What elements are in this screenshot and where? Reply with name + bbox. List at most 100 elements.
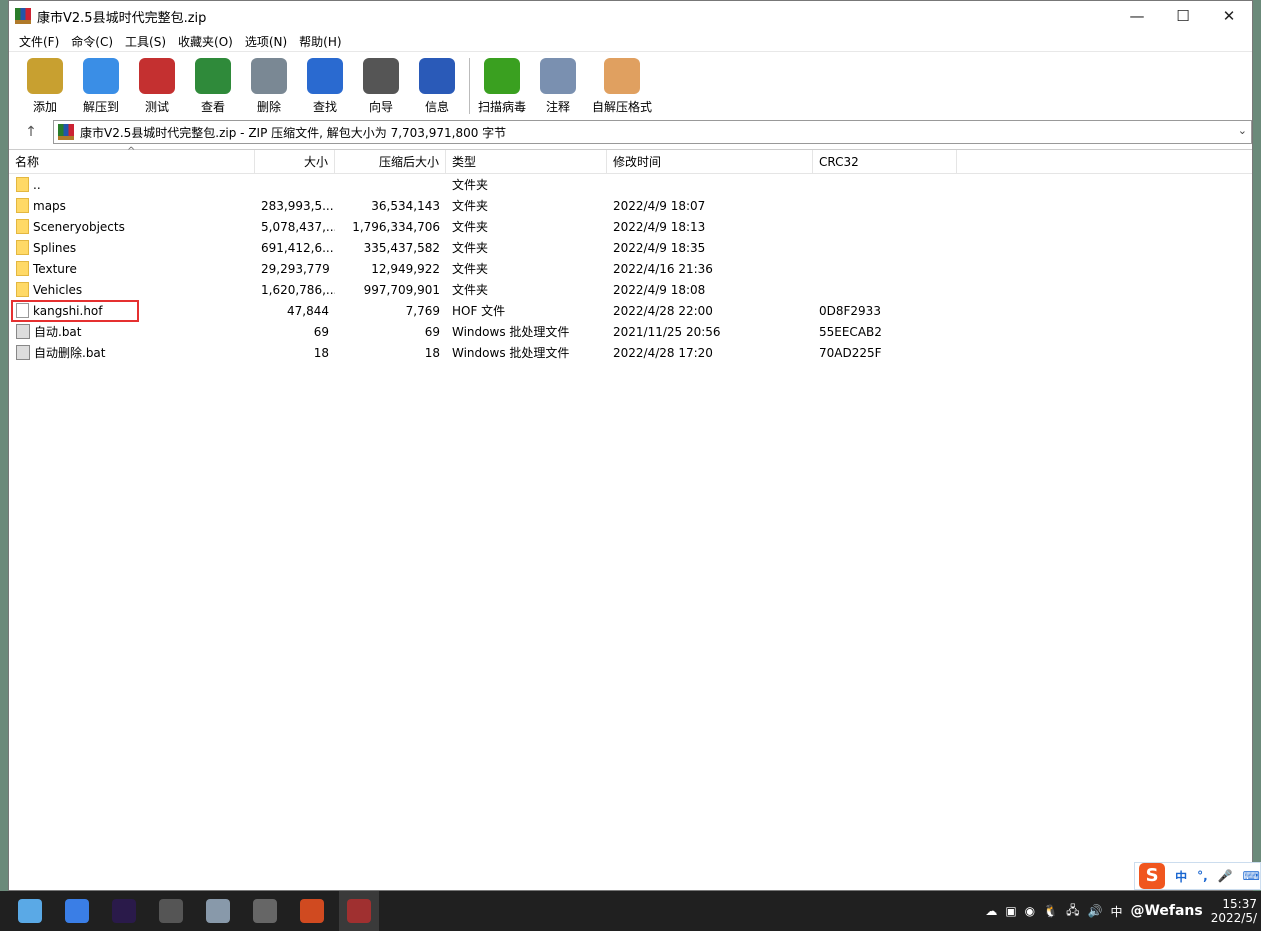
taskbar-app[interactable]	[198, 891, 238, 931]
sfx-box-icon	[604, 58, 640, 94]
maximize-button[interactable]: ☐	[1160, 1, 1206, 31]
magnifier-icon	[307, 58, 343, 94]
cell-size: 5,078,437,...	[261, 219, 335, 234]
toolbar-button-wizard-wand[interactable]: 向导	[353, 58, 409, 115]
minimize-button[interactable]: —	[1114, 1, 1160, 31]
toolbar-button-info[interactable]: 信息	[409, 58, 465, 115]
watermark: @Wefans	[1130, 903, 1203, 919]
sogou-logo-icon[interactable]: S	[1139, 863, 1166, 889]
toolbar-button-sfx-box[interactable]: 自解压格式	[586, 58, 658, 115]
ime-toolbar: S 中 °, 🎤 ⌨	[1134, 862, 1261, 890]
cell-type: 文件夹	[452, 262, 489, 276]
taskbar-app-icon	[253, 899, 277, 923]
microphone-icon[interactable]: 🎤	[1218, 869, 1233, 883]
trash-icon	[251, 58, 287, 94]
network-icon[interactable]: 🖧	[1066, 901, 1079, 922]
toolbar-label: 测试	[144, 100, 169, 114]
taskbar-app-icon	[159, 899, 183, 923]
taskbar-app[interactable]	[151, 891, 191, 931]
clock-time: 15:37	[1222, 897, 1257, 911]
taskbar-app[interactable]	[10, 891, 50, 931]
toolbar-button-comment[interactable]: 注释	[530, 58, 586, 115]
cell-size: 18	[313, 345, 329, 360]
taskbar-app[interactable]	[292, 891, 332, 931]
folder-icon	[16, 198, 29, 213]
column-header: ^ 名称 大小 压缩后大小 类型 修改时间 CRC32	[9, 146, 1252, 174]
comment-icon	[540, 58, 576, 94]
cell-size: 47,844	[287, 303, 329, 318]
address-field[interactable]: 康市V2.5县城时代完整包.zip - ZIP 压缩文件, 解包大小为 7,70…	[53, 120, 1252, 144]
baidu-netdisk-icon[interactable]: ☁	[985, 904, 997, 918]
table-row[interactable]: Texture 29,293,779 12,949,922 文件夹 2022/4…	[9, 258, 1252, 279]
menu-options[interactable]: 选项(N)	[239, 33, 293, 50]
close-button[interactable]: ✕	[1206, 1, 1252, 31]
column-type[interactable]: 类型	[446, 150, 607, 173]
file-name: Vehicles	[33, 282, 83, 297]
toolbar-button-add-archive[interactable]: 添加	[17, 58, 73, 115]
table-row[interactable]: kangshi.hof 47,844 7,769 HOF 文件 2022/4/2…	[9, 300, 1252, 321]
tray-lang[interactable]: 中	[1110, 903, 1122, 920]
menu-commands[interactable]: 命令(C)	[65, 33, 119, 50]
toolbar-label: 向导	[368, 100, 393, 114]
clock[interactable]: 15:37 2022/5/	[1211, 897, 1257, 925]
taskbar-app[interactable]	[245, 891, 285, 931]
folder-icon	[16, 219, 29, 234]
table-row[interactable]: 自动.bat 69 69 Windows 批处理文件 2021/11/25 20…	[9, 321, 1252, 342]
tray-app-icon[interactable]: ▣	[1005, 904, 1016, 918]
taskbar-app[interactable]	[104, 891, 144, 931]
cell-modified: 2022/4/28 22:00	[613, 303, 713, 318]
cell-name: Splines	[9, 240, 255, 255]
file-name: Sceneryobjects	[33, 219, 125, 234]
cell-packed: 18	[424, 345, 440, 360]
keyboard-icon[interactable]: ⌨	[1243, 869, 1260, 883]
table-row[interactable]: 自动删除.bat 18 18 Windows 批处理文件 2022/4/28 1…	[9, 342, 1252, 363]
file-name: maps	[33, 198, 66, 213]
cell-packed: 1,796,334,706	[352, 219, 440, 234]
ime-lang[interactable]: 中	[1175, 868, 1187, 885]
chevron-down-icon[interactable]: ⌄	[1238, 124, 1247, 137]
column-size[interactable]: 大小	[255, 150, 335, 173]
cell-modified: 2022/4/16 21:36	[613, 261, 713, 276]
column-crc[interactable]: CRC32	[813, 150, 957, 173]
menu-help[interactable]: 帮助(H)	[293, 33, 347, 50]
table-row[interactable]: .. 文件夹	[9, 174, 1252, 195]
cell-packed: 36,534,143	[371, 198, 440, 213]
taskbar-app-icon	[18, 899, 42, 923]
column-packed[interactable]: 压缩后大小	[335, 150, 446, 173]
steam-icon[interactable]: ◉	[1025, 904, 1035, 918]
volume-icon[interactable]: 🔊	[1087, 904, 1102, 918]
qq-icon[interactable]: 🐧	[1043, 904, 1058, 918]
cell-name: Texture	[9, 261, 255, 276]
menu-file[interactable]: 文件(F)	[13, 33, 65, 50]
cell-size: 691,412,6...	[261, 240, 334, 255]
toolbar-button-extract-folder[interactable]: 解压到	[73, 58, 129, 115]
cell-modified: 2022/4/28 17:20	[613, 345, 713, 360]
clock-date: 2022/5/	[1210, 911, 1257, 925]
cell-packed: 7,769	[405, 303, 440, 318]
menu-tools[interactable]: 工具(S)	[119, 33, 172, 50]
up-arrow-icon[interactable]: ↑	[9, 124, 53, 140]
table-row[interactable]: Splines 691,412,6... 335,437,582 文件夹 202…	[9, 237, 1252, 258]
toolbar-button-virus-scan[interactable]: 扫描病毒	[474, 58, 530, 115]
cell-type: 文件夹	[452, 241, 489, 255]
ime-punct[interactable]: °,	[1197, 869, 1208, 883]
table-row[interactable]: maps 283,993,5... 36,534,143 文件夹 2022/4/…	[9, 195, 1252, 216]
menu-favorites[interactable]: 收藏夹(O)	[172, 33, 239, 50]
toolbar-button-trash[interactable]: 删除	[241, 58, 297, 115]
toolbar-button-view-book[interactable]: 查看	[185, 58, 241, 115]
toolbar-button-test-clipboard[interactable]: 测试	[129, 58, 185, 115]
table-row[interactable]: Vehicles 1,620,786,... 997,709,901 文件夹 2…	[9, 279, 1252, 300]
address-bar: ↑ 康市V2.5县城时代完整包.zip - ZIP 压缩文件, 解包大小为 7,…	[9, 119, 1252, 145]
toolbar-label: 添加	[32, 100, 57, 114]
column-modified[interactable]: 修改时间	[607, 150, 813, 173]
info-icon	[419, 58, 455, 94]
folder-icon	[16, 240, 29, 255]
cell-packed: 997,709,901	[363, 282, 440, 297]
add-archive-icon	[27, 58, 63, 94]
taskbar-app[interactable]	[339, 891, 379, 931]
taskbar-app[interactable]	[57, 891, 97, 931]
highlight-box	[11, 300, 139, 322]
toolbar-button-magnifier[interactable]: 查找	[297, 58, 353, 115]
table-row[interactable]: Sceneryobjects 5,078,437,... 1,796,334,7…	[9, 216, 1252, 237]
file-name: Splines	[33, 240, 77, 255]
